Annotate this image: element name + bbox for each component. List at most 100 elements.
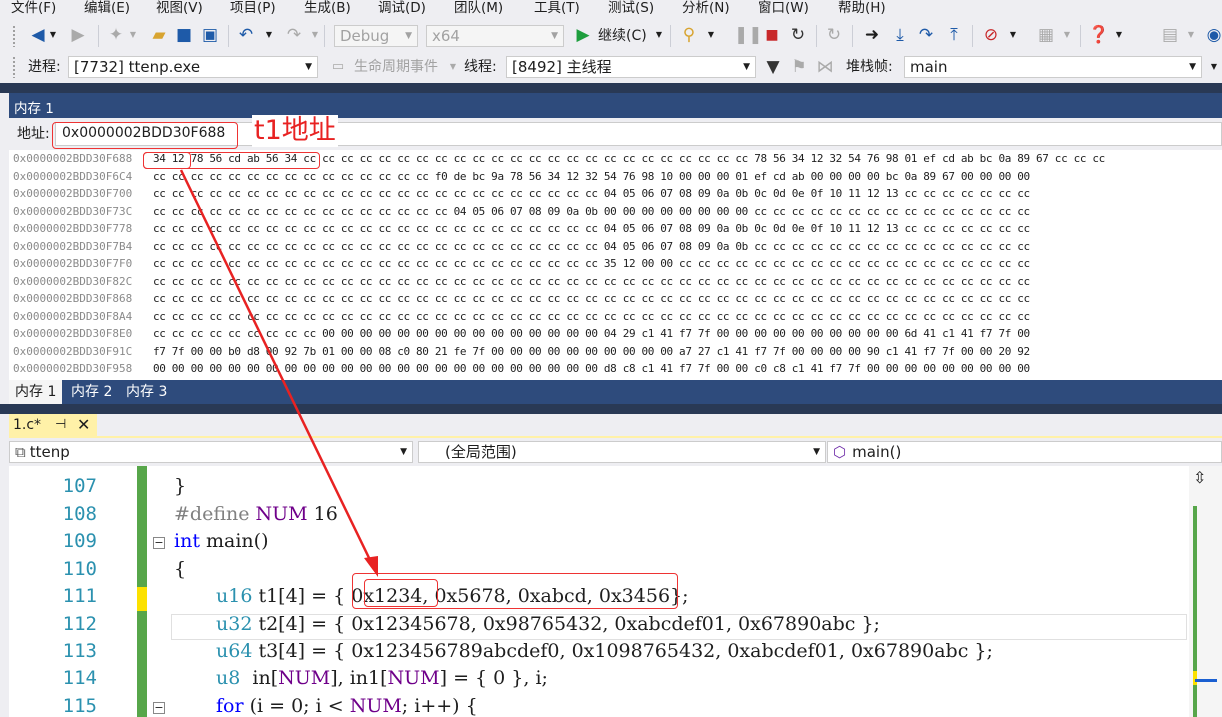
forward-icon[interactable]: ▶ xyxy=(68,24,88,46)
chevron-down-icon[interactable]: ▼ xyxy=(310,24,320,46)
chevron-down-icon[interactable]: ▼ xyxy=(1186,24,1196,46)
chevron-down-icon[interactable]: ▼ xyxy=(654,24,664,46)
menu-file[interactable]: 文件(F) xyxy=(11,0,56,19)
menu-team[interactable]: 团队(M) xyxy=(454,0,503,19)
split-icon[interactable]: ⇳ xyxy=(1193,468,1206,487)
undo-icon[interactable]: ↶ xyxy=(236,24,256,46)
member-select[interactable]: ⬡ main() xyxy=(827,441,1222,463)
step-over-icon[interactable]: ↷ xyxy=(916,24,936,46)
code-line: u64 t3[4] = { 0x123456789abcdef0, 0x1098… xyxy=(216,640,993,662)
menu-bar: 文件(F) 编辑(E) 视图(V) 项目(P) 生成(B) 调试(D) 团队(M… xyxy=(0,0,1222,19)
menu-edit[interactable]: 编辑(E) xyxy=(84,0,130,19)
chevron-down-icon[interactable]: ▼ xyxy=(448,56,458,78)
open-folder-icon[interactable]: ▰ xyxy=(148,24,170,46)
method-icon: ⬡ xyxy=(833,443,847,461)
first-element-bytes-box xyxy=(143,152,191,169)
thread-label: 线程: xyxy=(464,59,497,75)
document-tab-strip: 1.c* ⊣ ✕ xyxy=(9,414,1222,438)
breakpoints-icon[interactable]: ⊘ xyxy=(980,24,1002,46)
find-in-files-icon[interactable]: ⚲ xyxy=(678,24,700,46)
save-icon[interactable]: ■ xyxy=(174,24,194,46)
play-icon[interactable]: ▶ xyxy=(574,24,592,46)
stop-icon[interactable]: ■ xyxy=(762,24,782,46)
lifecycle-icon[interactable]: ▭ xyxy=(330,56,346,78)
dock-gutter xyxy=(0,83,1222,93)
code-line: } xyxy=(174,475,187,497)
filter-icon[interactable]: ▼ xyxy=(764,56,782,78)
step-into-icon[interactable]: ⤓ xyxy=(890,24,910,46)
menu-tools[interactable]: 工具(T) xyxy=(534,0,580,19)
chevron-down-icon[interactable]: ▼ xyxy=(48,24,58,46)
address-label: 地址: xyxy=(17,126,50,142)
collapse-icon[interactable]: − xyxy=(153,702,165,714)
project-select[interactable]: ⧉ ttenp ▼ xyxy=(9,441,413,463)
memory-tab-strip: 内存 1 内存 2 内存 3 xyxy=(9,380,1222,404)
code-line: { xyxy=(174,558,187,580)
first-value-highlight-box xyxy=(364,579,438,607)
t1-address-annotation: t1地址 xyxy=(252,115,338,147)
menu-window[interactable]: 窗口(W) xyxy=(758,0,809,19)
debug-location-toolbar: 进程: [7732] ttenp.exe ▼ ▭ 生命周期事件 ▼ 线程: [84… xyxy=(0,52,1222,83)
chevron-down-icon[interactable]: ▼ xyxy=(1114,24,1124,46)
menu-help[interactable]: 帮助(H) xyxy=(838,0,886,19)
chevron-down-icon[interactable]: ▼ xyxy=(264,24,274,46)
back-icon[interactable]: ◀ xyxy=(28,24,48,46)
chevron-down-icon[interactable]: ▼ xyxy=(706,24,716,46)
display-icon[interactable]: ▦ xyxy=(1036,24,1056,46)
toolbar-grip[interactable] xyxy=(12,25,16,47)
scroll-thumb[interactable] xyxy=(1195,679,1217,682)
thread-select[interactable]: [8492] 主线程 ▼ xyxy=(506,56,756,78)
show-flagged-icon[interactable]: ⋈ xyxy=(816,56,834,78)
pin-icon[interactable]: ⊣ xyxy=(55,417,66,432)
hot-reload-icon[interactable]: ↻ xyxy=(824,24,844,46)
unsaved-change-marker xyxy=(137,587,147,611)
address-highlight-box xyxy=(52,122,238,149)
menu-project[interactable]: 项目(P) xyxy=(230,0,276,19)
restart-icon[interactable]: ↻ xyxy=(788,24,808,46)
continue-button[interactable]: 继续(C) xyxy=(598,25,647,47)
menu-analyze[interactable]: 分析(N) xyxy=(682,0,730,19)
tab-file-1c[interactable]: 1.c* ⊣ ✕ xyxy=(9,414,97,438)
platform-select[interactable]: x64 ▼ xyxy=(426,25,564,47)
code-line: for (i = 0; i < NUM; i++) { xyxy=(216,695,478,717)
scope-select[interactable]: (全局范围) ▼ xyxy=(418,441,826,463)
process-select[interactable]: [7732] ttenp.exe ▼ xyxy=(68,56,318,78)
cpp-file-icon: ⧉ xyxy=(15,443,26,461)
menu-test[interactable]: 测试(S) xyxy=(608,0,654,19)
editor-scrollbar[interactable]: ⇳ xyxy=(1189,466,1222,717)
show-next-statement-icon[interactable]: ➜ xyxy=(862,24,882,46)
close-icon[interactable]: ✕ xyxy=(77,415,90,434)
stackframe-select[interactable]: main ▼ xyxy=(904,56,1202,78)
code-line: #define NUM 16 xyxy=(174,503,338,525)
flag-thread-icon[interactable]: ⚑ xyxy=(790,56,808,78)
save-all-icon[interactable]: ▣ xyxy=(200,24,220,46)
linkedin-icon[interactable]: ▤ xyxy=(1160,24,1180,46)
menu-view[interactable]: 视图(V) xyxy=(156,0,203,19)
tab-memory-3[interactable]: 内存 3 xyxy=(120,380,173,404)
code-editor[interactable]: 107 108 109 110 111 112 113 114 115 − − … xyxy=(9,466,1222,717)
collapse-icon[interactable]: − xyxy=(153,537,165,549)
tab-memory-2[interactable]: 内存 2 xyxy=(65,380,118,404)
menu-build[interactable]: 生成(B) xyxy=(304,0,351,19)
chevron-down-icon[interactable]: ▼ xyxy=(1062,24,1072,46)
live-share-icon[interactable]: ◉ xyxy=(1206,24,1222,46)
memory-grid[interactable]: 0x0000002BDD30F688 34 12 78 56 cd ab 56 3… xyxy=(9,150,1222,380)
step-out-icon[interactable]: ⤒ xyxy=(944,24,964,46)
redo-icon[interactable]: ↷ xyxy=(284,24,304,46)
toolbar-grip[interactable] xyxy=(12,56,16,78)
configuration-select[interactable]: Debug ▼ xyxy=(334,25,418,47)
help-icon[interactable]: ❓ xyxy=(1088,24,1110,46)
navigation-bar: ⧉ ttenp ▼ (全局范围) ▼ ⬡ main() xyxy=(9,440,1222,465)
lifecycle-events-button[interactable]: 生命周期事件 xyxy=(354,56,438,78)
code-line: u8 in[NUM], in1[NUM] = { 0 }, i; xyxy=(216,667,548,689)
chevron-down-icon[interactable]: ▼ xyxy=(1008,24,1018,46)
tab-memory-1[interactable]: 内存 1 xyxy=(9,380,63,404)
code-line: int main() xyxy=(174,530,269,552)
menu-debug[interactable]: 调试(D) xyxy=(378,0,426,19)
chevron-down-icon[interactable]: ▼ xyxy=(1208,56,1220,78)
dock-gutter xyxy=(0,404,1222,414)
pause-icon[interactable]: ❚❚ xyxy=(734,24,763,46)
memory-window-title[interactable]: 内存 1 xyxy=(9,93,1222,118)
new-project-icon[interactable]: ✦ xyxy=(106,24,126,46)
chevron-down-icon[interactable]: ▼ xyxy=(128,24,138,46)
